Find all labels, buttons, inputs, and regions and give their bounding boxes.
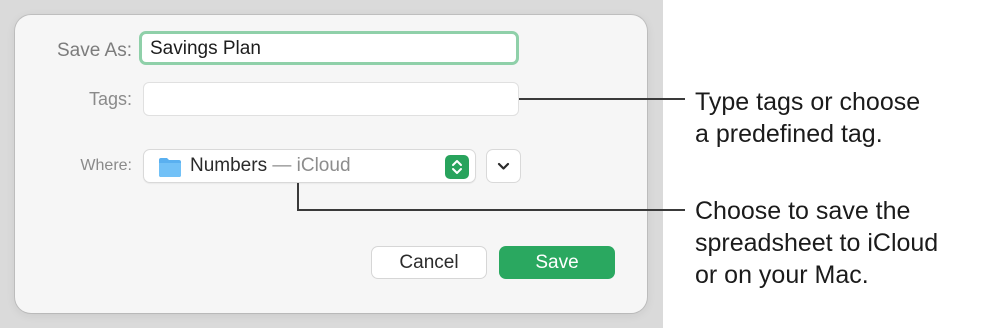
where-label: Where:: [80, 157, 132, 174]
tags-callout-text: Type tags or choose a predefined tag.: [695, 86, 920, 150]
up-down-chevron-icon[interactable]: [445, 155, 469, 179]
where-service: iCloud: [296, 155, 351, 176]
tags-label: Tags:: [88, 89, 132, 109]
where-value: Numbers — iCloud: [190, 155, 351, 177]
folder-icon: [158, 156, 182, 178]
where-popup-button[interactable]: Numbers — iCloud: [143, 149, 476, 183]
tags-callout-line: [519, 98, 685, 100]
where-callout-line-1: Choose to save the: [695, 197, 911, 225]
save-as-label: Save As:: [57, 40, 132, 61]
tags-input[interactable]: [150, 88, 510, 110]
where-callout-text: Choose to save the spreadsheet to iCloud…: [695, 195, 938, 291]
chevron-down-icon: [497, 162, 510, 170]
where-callout-stem: [297, 183, 299, 211]
save-button[interactable]: Save: [499, 246, 615, 279]
where-separator: —: [267, 155, 297, 176]
tags-callout-line-2: a predefined tag.: [695, 120, 883, 148]
save-as-field[interactable]: [139, 31, 519, 65]
tags-callout-line-1: Type tags or choose: [695, 88, 921, 116]
tags-field[interactable]: [143, 82, 519, 116]
where-callout-line-2: spreadsheet to iCloud: [695, 229, 939, 257]
where-callout-line-3: or on your Mac.: [695, 261, 869, 289]
expand-button[interactable]: [486, 149, 521, 183]
where-callout-line: [297, 209, 685, 211]
save-as-input[interactable]: [150, 37, 510, 61]
where-location: Numbers: [190, 155, 268, 176]
cancel-button[interactable]: Cancel: [371, 246, 487, 279]
